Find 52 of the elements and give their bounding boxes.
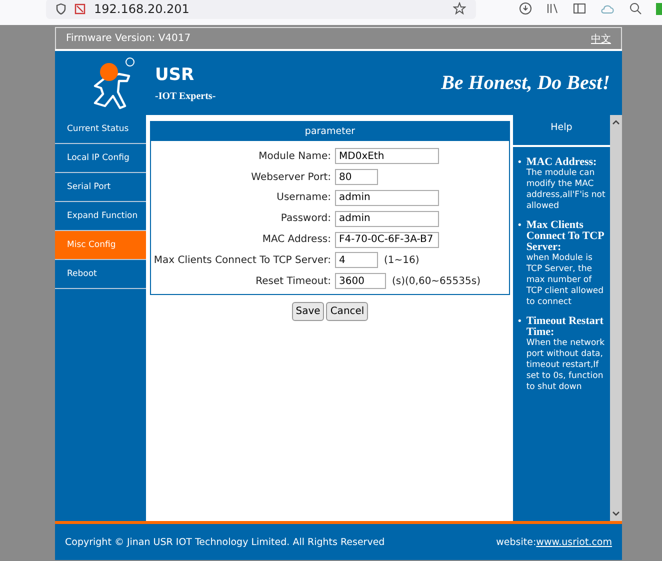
input-field[interactable]: 3600 bbox=[335, 273, 386, 290]
range-hint: (s)(0,60~65535s) bbox=[392, 276, 480, 287]
sidebar-item[interactable]: Local IP Config bbox=[55, 144, 146, 173]
help-term: Timeout Restart Time: bbox=[526, 316, 604, 338]
help-term: Max Clients Connect To TCP Server: bbox=[526, 220, 605, 253]
url-text: 192.168.20.201 bbox=[94, 2, 190, 16]
field-label: Reset Timeout: bbox=[254, 276, 332, 287]
field-label: Password: bbox=[280, 213, 332, 224]
website-label: website: bbox=[496, 536, 536, 548]
shield-icon bbox=[56, 2, 66, 14]
website-link[interactable]: www.usriot.com bbox=[536, 536, 612, 548]
extension-icon[interactable] bbox=[656, 2, 662, 14]
input-field[interactable]: admin bbox=[335, 210, 439, 227]
scroll-down-icon[interactable] bbox=[612, 511, 620, 517]
download-icon[interactable] bbox=[519, 2, 532, 15]
help-text: The module can modify the MAC address,all'F'is not allowed bbox=[526, 168, 606, 212]
bullet-icon: • bbox=[517, 157, 522, 212]
zoom-icon[interactable] bbox=[629, 2, 642, 15]
brand-tagline: -IOT Experts- bbox=[155, 90, 216, 102]
field-label: MAC Address: bbox=[261, 234, 332, 246]
input-field[interactable]: 4 bbox=[335, 252, 378, 268]
help-text: when Module is TCP Server, the max number of TCP client allowed to connect bbox=[526, 253, 605, 308]
help-text: When the network port without data, timeout restart,If set to 0s, function to shut down bbox=[526, 338, 606, 393]
firmware-version: Firmware Version: V4017 bbox=[66, 33, 191, 44]
field-label: Module Name: bbox=[258, 150, 332, 162]
bullet-icon: • bbox=[517, 316, 522, 393]
range-hint: (1~16) bbox=[384, 254, 420, 266]
field-label: Username: bbox=[276, 192, 332, 204]
help-term: MAC Address: bbox=[526, 157, 598, 168]
slogan: Be Honest, Do Best! bbox=[441, 72, 610, 94]
brand-name: USR bbox=[155, 64, 196, 84]
save-button[interactable]: Save bbox=[292, 302, 324, 321]
input-field[interactable]: F4-70-0C-6F-3A-B7 bbox=[335, 232, 439, 248]
star-icon[interactable] bbox=[453, 2, 466, 15]
library-icon[interactable] bbox=[546, 2, 559, 15]
sidebar-item[interactable]: Current Status bbox=[55, 115, 146, 144]
sidebar-item[interactable]: Serial Port bbox=[55, 173, 146, 202]
input-field[interactable]: admin bbox=[335, 190, 439, 206]
panel-title: parameter bbox=[151, 122, 509, 143]
page-icon bbox=[74, 2, 86, 14]
bullet-icon: • bbox=[517, 220, 522, 308]
input-field[interactable]: MD0xEth bbox=[335, 148, 439, 164]
scrollbar[interactable] bbox=[610, 115, 622, 521]
field-label: Max Clients Connect To TCP Server: bbox=[152, 254, 332, 266]
cancel-button[interactable]: Cancel bbox=[326, 302, 368, 321]
address-bar[interactable]: 192.168.20.201 bbox=[46, 0, 476, 18]
sidebar-item[interactable]: Reboot bbox=[55, 260, 146, 289]
scroll-up-icon[interactable] bbox=[612, 119, 620, 125]
input-field[interactable]: 80 bbox=[335, 169, 378, 186]
sidebar-icon[interactable] bbox=[573, 2, 586, 15]
field-label: Webserver Port: bbox=[250, 172, 332, 183]
copyright-text: Copyright © Jinan USR IOT Technology Limited. All Rights Reserved bbox=[65, 536, 385, 548]
